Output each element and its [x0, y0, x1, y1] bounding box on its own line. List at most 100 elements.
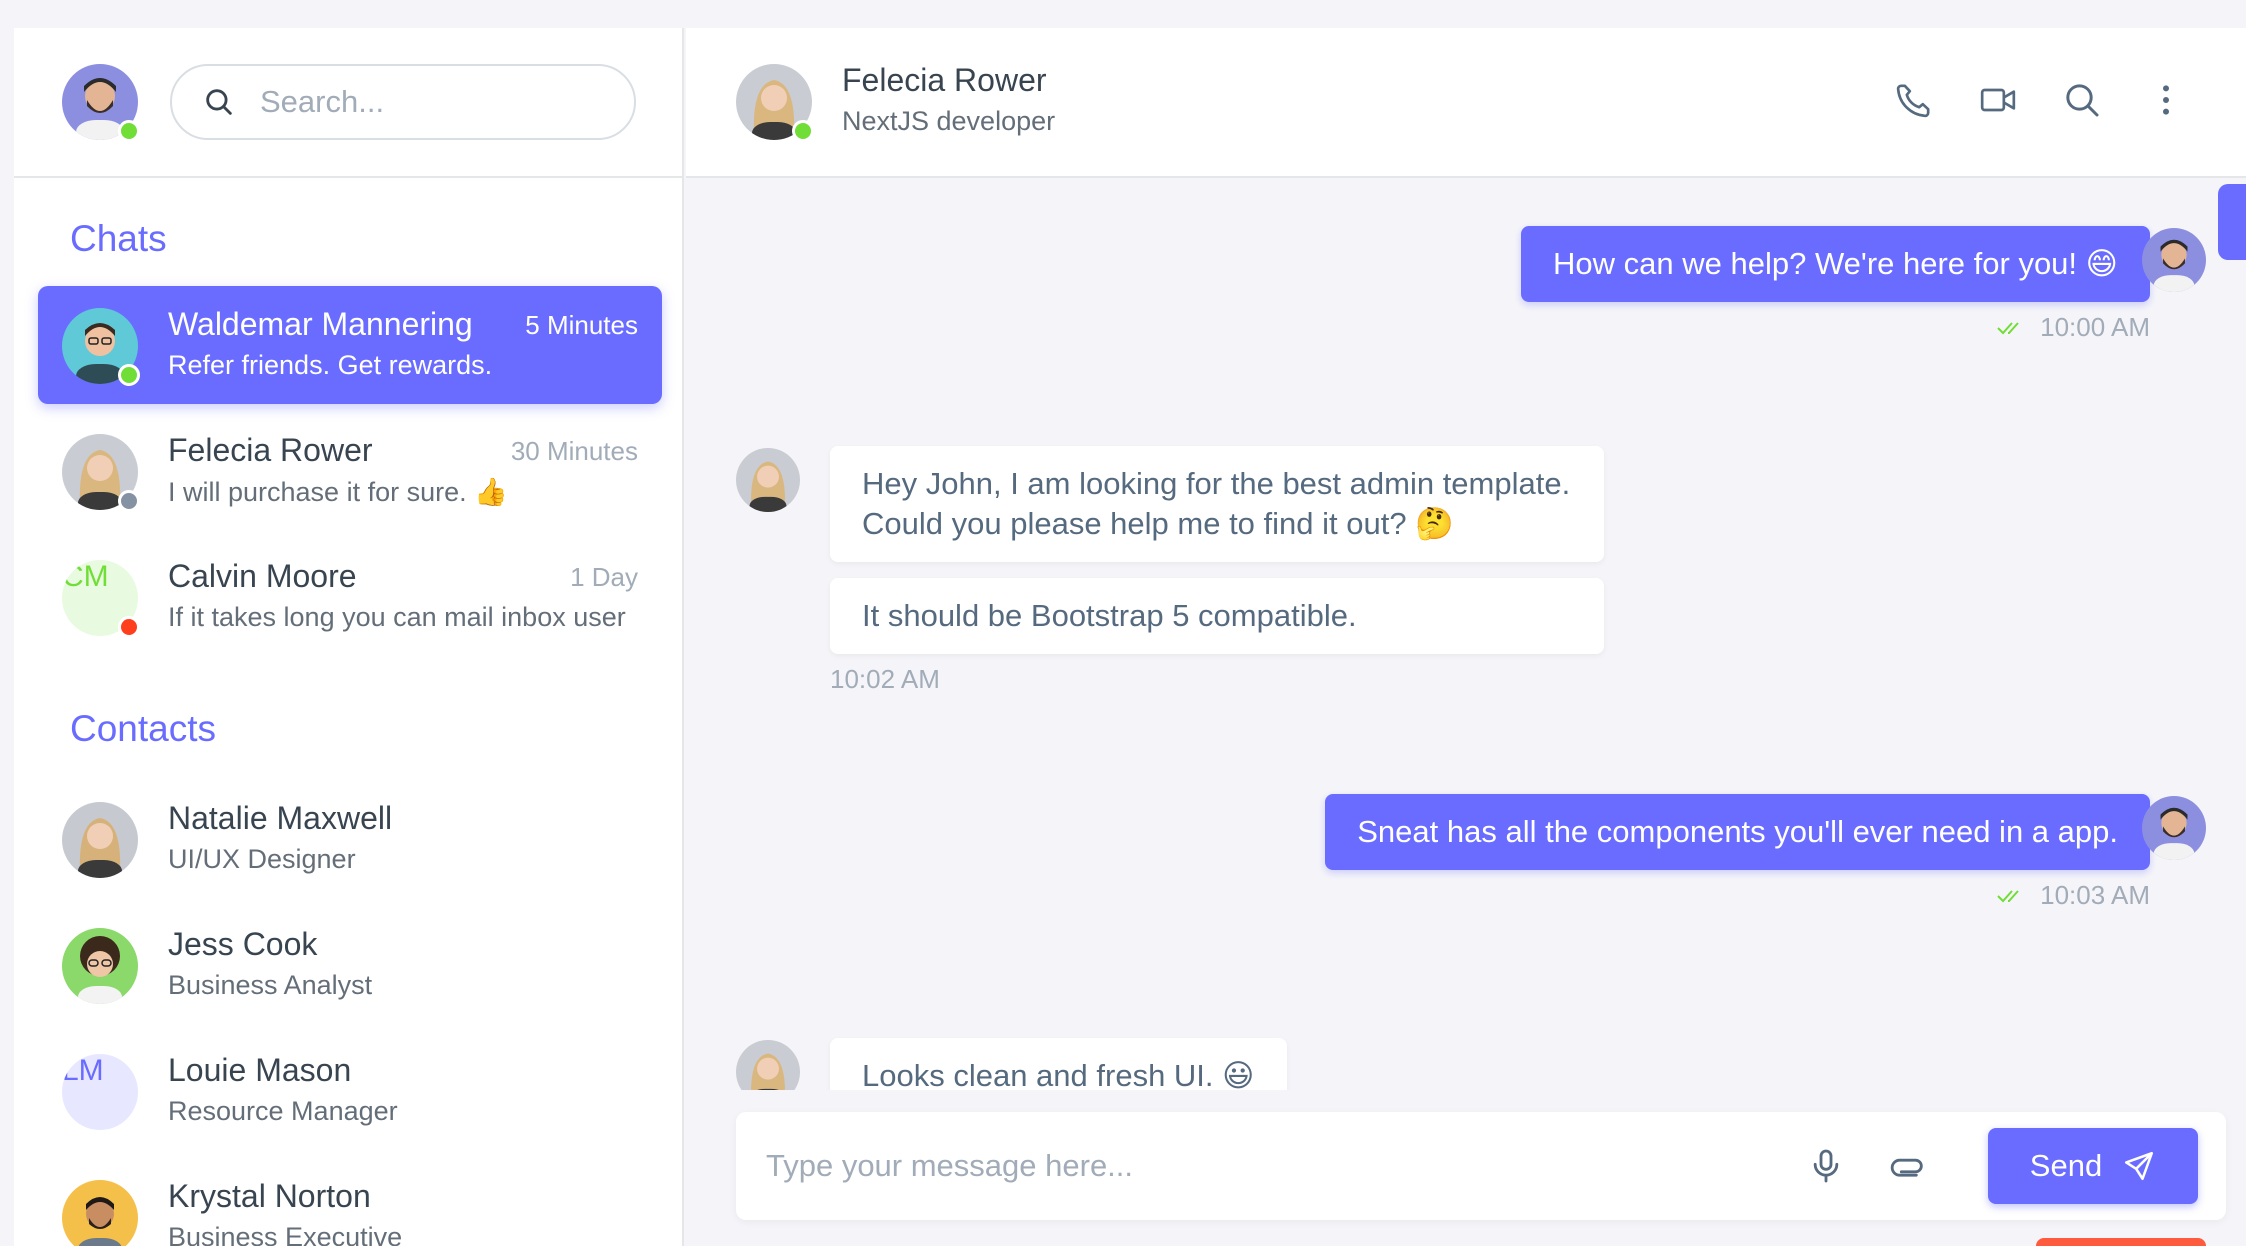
avatar-image: [62, 802, 138, 878]
message-bubble-incoming: Hey John, I am looking for the best admi…: [830, 446, 1604, 562]
message-text: Looks clean and fresh UI.: [862, 1058, 1214, 1090]
avatar-image: [736, 1040, 800, 1090]
chat-name: Calvin Moore: [168, 558, 357, 594]
message-bubble-incoming: It should be Bootstrap 5 compatible.: [830, 578, 1604, 654]
message-bubble-incoming: Looks clean and fresh UI. 😃: [830, 1038, 1287, 1090]
more-vertical-icon[interactable]: [2146, 80, 2186, 120]
offline-status-dot: [118, 490, 140, 512]
chat-contact-role: NextJS developer: [842, 106, 1056, 136]
thinking-emoji: 🤔: [1415, 506, 1454, 542]
online-status-dot: [118, 364, 140, 386]
sender-avatar: [736, 1040, 800, 1090]
search-icon[interactable]: [2062, 80, 2102, 120]
message-input[interactable]: [766, 1138, 1766, 1194]
online-status-dot: [118, 120, 140, 142]
contact-role: Business Executive: [168, 1222, 403, 1246]
customizer-toggle-tab[interactable]: [2218, 184, 2246, 260]
message-meta: 10:00 AM: [1996, 312, 2150, 343]
avatar-image: [2142, 228, 2206, 292]
contacts-section-title: Contacts: [70, 708, 217, 749]
chat-time: 5 Minutes: [525, 310, 638, 340]
message-time: 10:00 AM: [2040, 312, 2150, 342]
online-status-dot: [792, 120, 814, 142]
contact-item[interactable]: LM Louie Mason Resource Manager: [38, 1032, 662, 1150]
user-avatar[interactable]: [62, 64, 140, 142]
message-meta: 10:03 AM: [1996, 880, 2150, 911]
avatar-image: [2142, 796, 2206, 860]
contact-item[interactable]: Krystal Norton Business Executive: [38, 1158, 662, 1246]
message-text: Hey John, I am looking for the best admi…: [862, 466, 1571, 501]
contact-avatar: LM: [62, 1054, 138, 1130]
microphone-icon[interactable]: [1806, 1146, 1846, 1186]
busy-status-dot: [118, 616, 140, 638]
message-text-line: Could you please help me to find it out?…: [862, 504, 1572, 544]
contact-avatar: CM: [62, 560, 140, 638]
contact-avatar: [62, 802, 138, 878]
chat-item[interactable]: CM Calvin Moore 1 Day If it takes long y…: [38, 538, 662, 656]
thumbs-up-emoji: 👍: [474, 477, 508, 508]
message-text: It should be Bootstrap 5 compatible.: [862, 598, 1357, 633]
chat-main: Felecia Rower NextJS developer How can w…: [686, 28, 2246, 1246]
send-icon: [2125, 1151, 2154, 1181]
contact-item[interactable]: Jess Cook Business Analyst: [38, 906, 662, 1024]
sender-avatar: [2142, 796, 2206, 860]
message-text: How can we help? We're here for you!: [1553, 246, 2078, 281]
avatar-image: [736, 448, 800, 512]
grinning-emoji: 😄: [2085, 246, 2118, 282]
avatar-image: [62, 928, 138, 1004]
search-icon: [206, 89, 232, 115]
contact-role: UI/UX Designer: [168, 844, 356, 874]
message-clip-area: Looks clean and fresh UI. 😃: [686, 1008, 2246, 1090]
message-time: 10:03 AM: [2040, 880, 2150, 910]
double-check-icon: [1997, 889, 2019, 902]
message-bubble-outgoing: How can we help? We're here for you! 😄: [1521, 226, 2150, 302]
header-avatar[interactable]: [736, 64, 814, 142]
contact-avatar: [62, 1180, 138, 1246]
chat-preview: If it takes long you can mail inbox user: [168, 602, 626, 632]
contact-role: Resource Manager: [168, 1096, 398, 1126]
chat-app: Chats Waldemar Mannering 5 Minutes Refer…: [14, 28, 2246, 1246]
sender-avatar: [736, 448, 800, 512]
message-meta: 10:02 AM: [830, 664, 940, 695]
send-button-label: Send: [2029, 1148, 2103, 1183]
contact-avatar: [62, 928, 138, 1004]
message-bubble-outgoing: Sneat has all the components you'll ever…: [1325, 794, 2150, 870]
chat-name: Felecia Rower: [168, 432, 373, 468]
contact-name: Louie Mason: [168, 1052, 352, 1088]
phone-icon[interactable]: [1894, 80, 1934, 120]
chat-header: Felecia Rower NextJS developer: [686, 28, 2246, 178]
video-icon[interactable]: [1978, 80, 2018, 120]
contact-avatar: [62, 308, 140, 386]
contact-name: Krystal Norton: [168, 1178, 371, 1214]
contact-avatar: [62, 434, 140, 512]
chat-preview-text: I will purchase it for sure.: [168, 477, 467, 507]
chat-preview: Refer friends. Get rewards.: [168, 350, 493, 380]
chats-section-title: Chats: [70, 218, 167, 259]
paperclip-icon[interactable]: [1888, 1146, 1928, 1186]
message-composer: Send: [736, 1112, 2226, 1220]
search-input[interactable]: [260, 84, 620, 120]
double-check-icon: [1997, 321, 2019, 334]
chat-item[interactable]: Waldemar Mannering 5 Minutes Refer frien…: [38, 286, 662, 404]
contact-item[interactable]: Natalie Maxwell UI/UX Designer: [38, 780, 662, 898]
chat-item[interactable]: Felecia Rower 30 Minutes I will purchase…: [38, 412, 662, 530]
chat-time: 30 Minutes: [510, 436, 638, 466]
message-time: 10:02 AM: [830, 664, 940, 694]
avatar-initials: LM: [62, 1054, 138, 1130]
header-actions: [1894, 80, 2186, 120]
sidebar: Chats Waldemar Mannering 5 Minutes Refer…: [14, 28, 684, 1246]
chat-time: 1 Day: [570, 562, 638, 592]
chat-contact-name: Felecia Rower: [842, 62, 1047, 98]
sender-avatar: [2142, 228, 2206, 292]
contact-name: Natalie Maxwell: [168, 800, 393, 836]
message-text: Sneat has all the components you'll ever…: [1357, 814, 2118, 849]
sidebar-header: [14, 28, 682, 178]
chat-name: Waldemar Mannering: [168, 306, 473, 342]
search-box[interactable]: [170, 64, 636, 140]
avatar-image: [62, 1180, 138, 1246]
scroll-indicator: [2036, 1238, 2206, 1246]
chat-preview: I will purchase it for sure. 👍: [168, 476, 508, 508]
smiley-emoji: 😃: [1222, 1058, 1255, 1090]
contact-role: Business Analyst: [168, 970, 373, 1000]
send-button[interactable]: Send: [1988, 1128, 2198, 1204]
